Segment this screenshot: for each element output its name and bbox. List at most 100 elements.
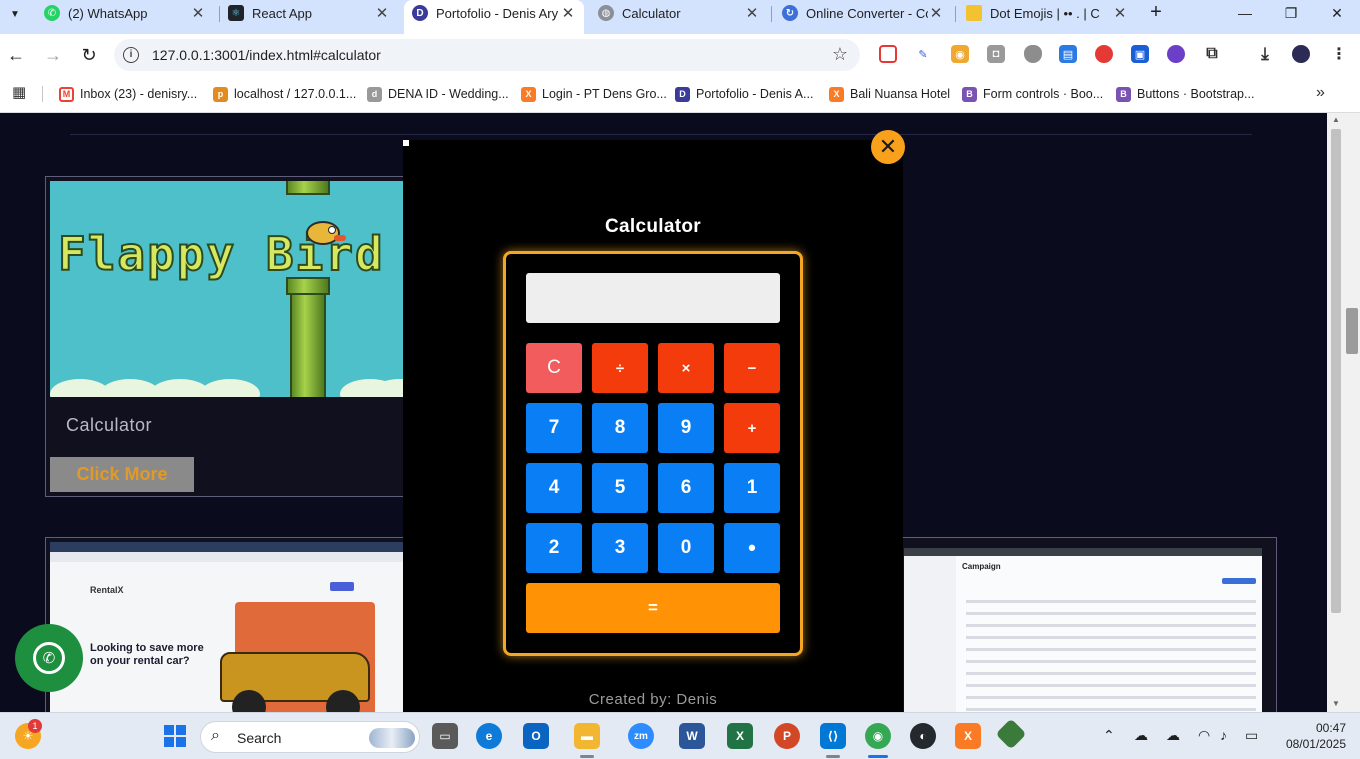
scroll-thumb[interactable] [1331,129,1341,613]
cloud-sync-icon[interactable]: ☁ [1166,727,1180,744]
digit-3-key[interactable]: 3 [592,523,648,573]
calculator-display[interactable] [526,273,780,323]
scroll-up-arrow-icon[interactable]: ▲ [1331,115,1341,124]
digit-9-key[interactable]: 9 [658,403,714,453]
file-explorer-icon[interactable]: ▬ [574,723,600,749]
address-bar[interactable]: i 127.0.0.1:3001/index.html#calculator ☆ [114,39,860,71]
digit-4-key[interactable]: 4 [526,463,582,513]
back-arrow-icon[interactable]: ← [4,43,28,67]
digit-6-key[interactable]: 6 [658,463,714,513]
extension-pen-icon[interactable]: ✎ [914,45,932,63]
system-clock[interactable]: 00:47 08/01/2025 [1276,720,1346,752]
vscode-icon[interactable]: ⟨⟩ [820,723,846,749]
tab-dot-emojis[interactable]: Dot Emojis | •• . | C ✕ [958,0,1136,26]
digit-7-key[interactable]: 7 [526,403,582,453]
whatsapp-floating-button[interactable]: ✆ [15,624,83,692]
bookmark-item[interactable]: D Portofolio - Denis A... [675,84,813,104]
tab-portfolio[interactable]: D Portofolio - Denis Ary ✕ [404,0,584,34]
divide-key[interactable]: ÷ [592,343,648,393]
download-icon[interactable]: ⤓ [1256,44,1274,63]
close-icon[interactable]: ✕ [374,4,390,22]
onedrive-icon[interactable]: ☁ [1134,727,1148,744]
zoom-icon[interactable]: zm [628,723,654,749]
extension-circle-icon[interactable] [1167,45,1185,63]
bookmark-item[interactable]: B Buttons · Bootstrap... [1116,84,1254,104]
multiply-key[interactable]: × [658,343,714,393]
clock-time: 00:47 [1315,721,1346,735]
bookmark-item[interactable]: M Inbox (23) - denisry... [59,84,197,104]
digit-5-key[interactable]: 5 [592,463,648,513]
apps-grid-icon[interactable]: ▦ [12,85,28,101]
wifi-icon[interactable]: ◠ [1198,727,1210,744]
tab-whatsapp[interactable]: ✆ (2) WhatsApp ✕ [36,0,214,26]
close-icon[interactable]: ✕ [928,4,944,22]
shield-icon[interactable] [1024,45,1042,63]
modal-corner [403,140,409,146]
close-icon[interactable]: ✕ [560,4,576,22]
equals-key[interactable]: = [526,583,780,633]
forward-arrow-icon[interactable]: → [41,43,65,67]
url-text[interactable]: 127.0.0.1:3001/index.html#calculator [152,47,381,63]
task-view-icon[interactable]: ▭ [432,723,458,749]
chrome-icon[interactable]: ◉ [865,723,891,749]
bookmark-item[interactable]: B Form controls · Boo... [962,84,1103,104]
project-thumbnail[interactable]: RentalX Looking to save more on your ren… [50,542,410,712]
chevron-up-icon[interactable]: ⌃ [1103,727,1115,744]
new-tab-button[interactable]: + [1146,2,1166,24]
xampp-icon[interactable]: X [955,723,981,749]
digit-8-key[interactable]: 8 [592,403,648,453]
close-window-button[interactable]: ✕ [1314,0,1360,26]
taskbar-search[interactable]: ⌕ Search [200,721,420,753]
bookmark-item[interactable]: d DENA ID - Wedding... [367,84,509,104]
tab-calculator[interactable]: ◍ Calculator ✕ [590,0,768,26]
powerpoint-icon[interactable]: P [774,723,800,749]
outlook-icon[interactable]: O [523,723,549,749]
page-scrollbar[interactable]: ▲ ▼ [1327,113,1345,712]
minimize-button[interactable]: — [1222,0,1268,26]
scroll-down-arrow-icon[interactable]: ▼ [1331,699,1341,708]
word-icon[interactable]: W [679,723,705,749]
reload-icon[interactable]: ↻ [77,43,101,67]
github-icon[interactable]: ◐ [910,723,936,749]
extension-red-icon[interactable] [879,45,897,63]
restore-button[interactable]: ❐ [1268,0,1314,26]
subtract-key[interactable]: − [724,343,780,393]
site-info-icon[interactable]: i [123,47,139,63]
close-icon[interactable]: ✕ [190,4,206,22]
bookmark-star-icon[interactable]: ☆ [832,44,848,65]
digit-0-key[interactable]: 0 [658,523,714,573]
more-bookmarks-chevron-icon[interactable]: » [1316,84,1325,102]
camera-icon[interactable]: ◘ [987,45,1005,63]
edge-icon[interactable]: e [476,723,502,749]
decimal-point-key[interactable]: • [724,523,780,573]
digit-2-key[interactable]: 2 [526,523,582,573]
excel-icon[interactable]: X [727,723,753,749]
profile-avatar[interactable] [1292,45,1310,63]
tab-search-chevron-icon[interactable]: ▼ [4,3,26,25]
windows-start-icon[interactable] [162,723,188,749]
volume-icon[interactable]: ♪ [1220,727,1227,743]
tab-online-converter[interactable]: ↻ Online Converter - Co ✕ [774,0,952,26]
battery-icon[interactable]: ▭ [1245,727,1258,744]
close-icon[interactable]: ✕ [744,4,760,22]
project-thumbnail[interactable]: Flappy Bird [50,181,410,397]
bookmark-item[interactable]: X Bali Nuansa Hotel [829,84,950,104]
bookmark-item[interactable]: p localhost / 127.0.0.1... [213,84,356,104]
git-icon[interactable] [995,718,1027,750]
tab-react-app[interactable]: ⚛ React App ✕ [220,0,398,26]
project-thumbnail[interactable]: Campaign [904,548,1262,712]
add-key[interactable]: + [724,403,780,453]
extension-screen-icon[interactable]: ▣ [1131,45,1149,63]
extension-orange-icon[interactable]: ◉ [951,45,969,63]
modal-close-button[interactable]: ✕ [871,130,905,164]
extensions-puzzle-icon[interactable]: ⧉ [1203,45,1221,63]
kebab-menu-icon[interactable]: ⋮ [1330,45,1348,63]
click-more-button[interactable]: Click More [50,457,194,492]
bookmark-item[interactable]: X Login - PT Dens Gro... [521,84,667,104]
side-panel-handle[interactable] [1346,308,1358,354]
pokeball-icon[interactable] [1095,45,1113,63]
digit-1-key[interactable]: 1 [724,463,780,513]
close-icon[interactable]: ✕ [1112,4,1128,22]
clear-key[interactable]: C [526,343,582,393]
extension-doc-icon[interactable]: ▤ [1059,45,1077,63]
